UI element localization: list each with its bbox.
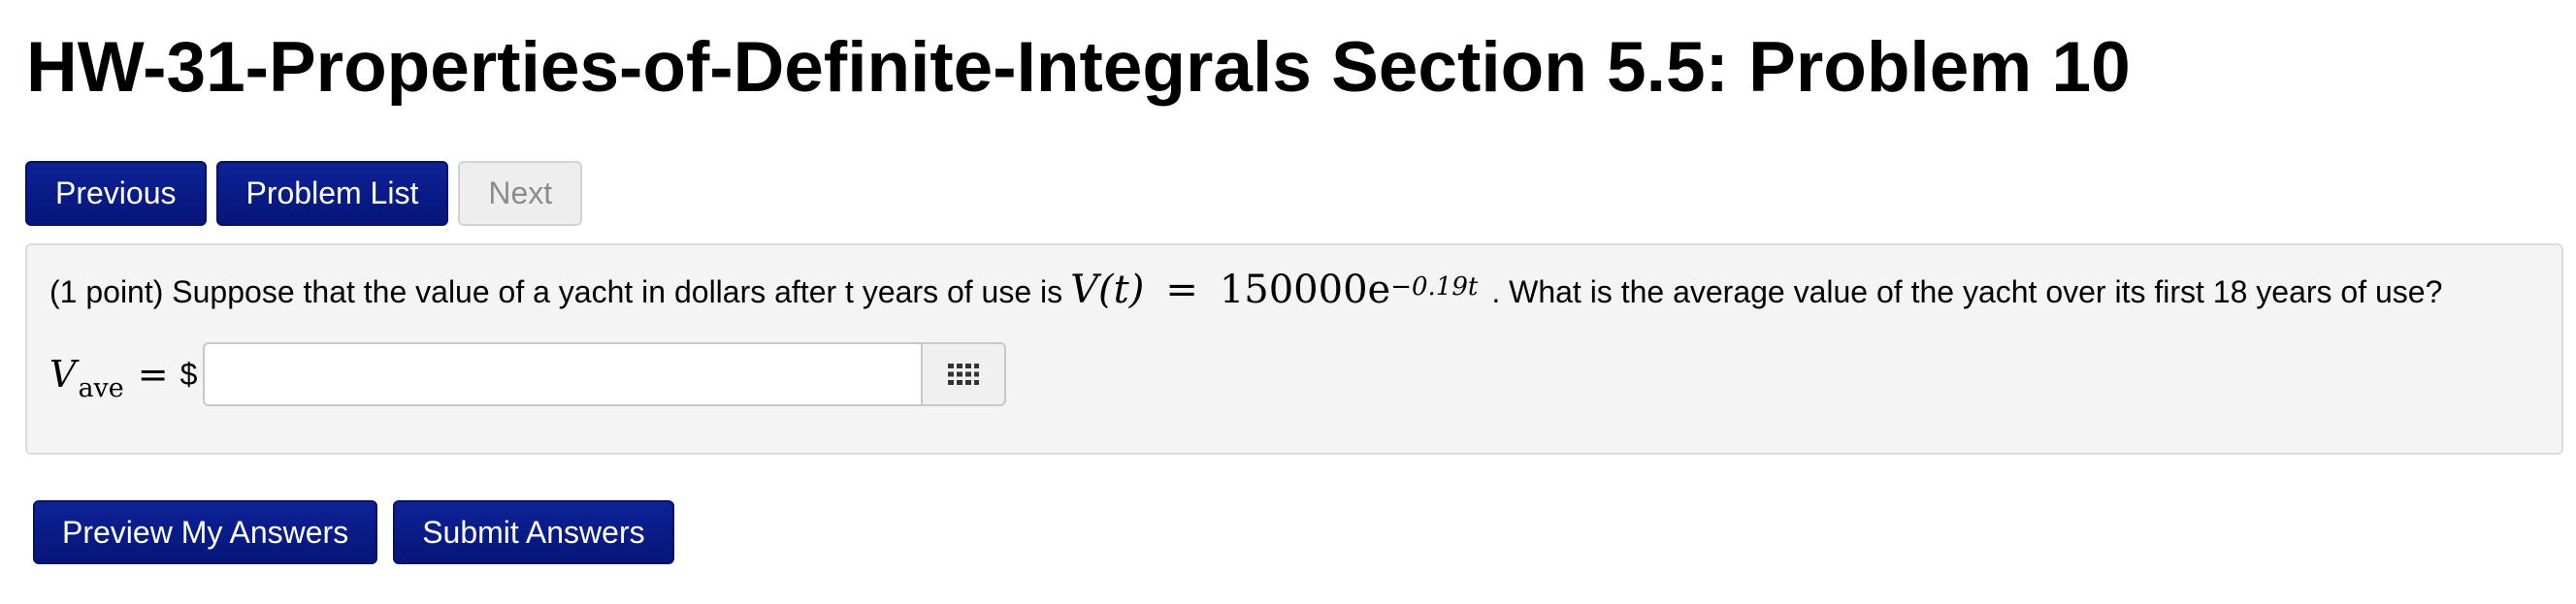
formula-exponent: −0.19t [1390,272,1479,302]
answer-label-equals: = [137,353,169,396]
page-title: HW-31-Properties-of-Definite-Integrals S… [26,28,2131,107]
submit-answers-button[interactable]: Submit Answers [393,500,674,564]
answer-label-variable: V [49,353,77,396]
preview-answers-button[interactable]: Preview My Answers [33,500,378,564]
formula-lhs: V(t) [1070,268,1145,312]
problem-statement: (1 point) Suppose that the value of a ya… [49,263,2442,319]
currency-symbol: $ [179,356,198,392]
problem-body: (1 point) Suppose that the value of a ya… [25,243,2563,455]
answer-label-subscript: ave [78,373,124,403]
problem-page: HW-31-Properties-of-Definite-Integrals S… [0,0,2576,604]
problem-intro-text: (1 point) Suppose that the value of a ya… [49,274,1063,309]
problem-list-button[interactable]: Problem List [215,161,449,226]
keypad-button[interactable] [921,342,1007,406]
formula-base: 150000e [1219,268,1391,312]
problem-question-text: . What is the average value of the yacht… [1491,274,2443,309]
submit-actions: Preview My Answers Submit Answers [33,500,674,564]
value-formula: V(t) = 150000e −0.19t [1062,263,1491,317]
grid-keypad-icon [948,364,980,385]
previous-button[interactable]: Previous [25,161,207,226]
next-button: Next [458,161,583,226]
answer-row: V ave = $ [49,342,1007,406]
answer-input[interactable] [203,342,922,406]
answer-label: V ave = [49,353,180,403]
problem-navigation: Previous Problem List Next [25,161,583,226]
formula-equals: = [1165,268,1198,312]
answer-input-group [203,342,1007,406]
